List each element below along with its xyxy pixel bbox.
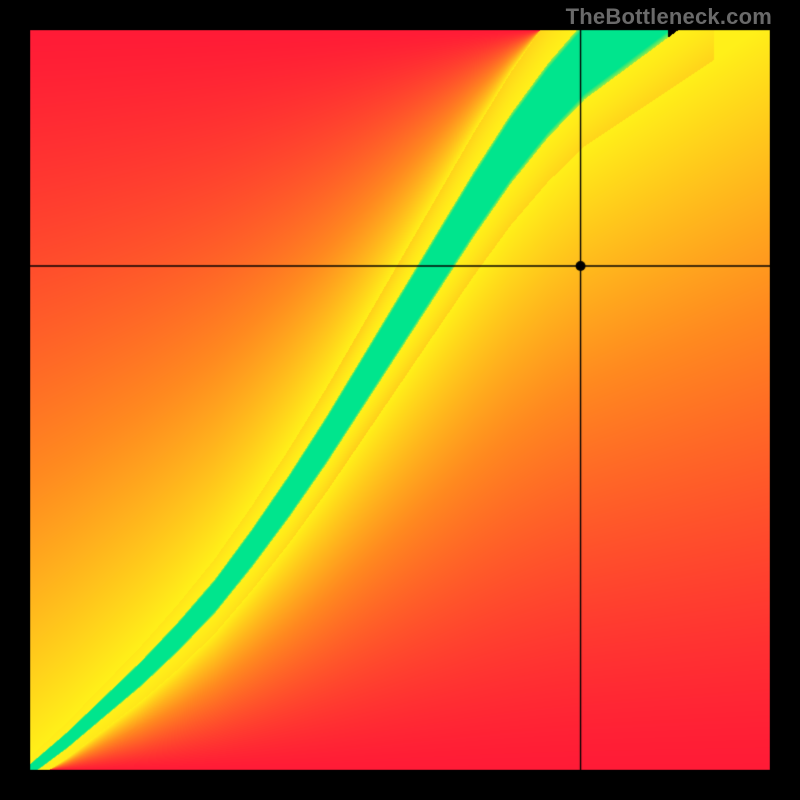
watermark-text: TheBottleneck.com	[566, 4, 772, 30]
crosshair-overlay	[0, 0, 800, 800]
